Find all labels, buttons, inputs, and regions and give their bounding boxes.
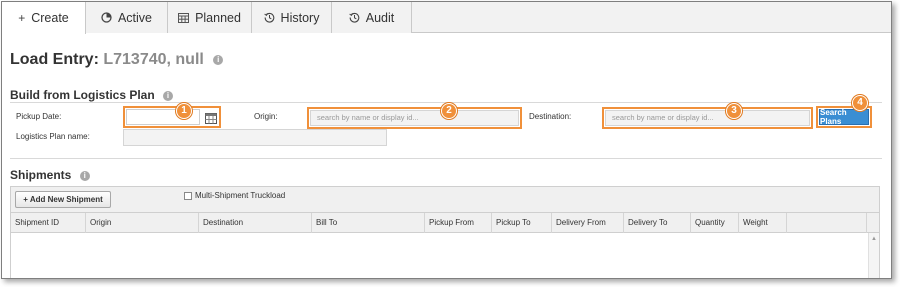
- destination-search-input[interactable]: search by name or display id...: [605, 110, 810, 126]
- tab-active[interactable]: Active: [86, 2, 168, 33]
- column-header[interactable]: Pickup From: [425, 213, 492, 233]
- tab-audit-label: Audit: [365, 10, 395, 25]
- column-header[interactable]: Origin: [86, 213, 199, 233]
- calendar-icon[interactable]: [205, 111, 217, 124]
- history-icon: [349, 12, 360, 23]
- tab-history[interactable]: History: [252, 2, 332, 33]
- active-icon: [101, 12, 112, 23]
- column-header[interactable]: Delivery From: [552, 213, 624, 233]
- column-header[interactable]: Destination: [199, 213, 312, 233]
- shipments-section-title-text: Shipments: [10, 168, 72, 182]
- callout-badge: 1: [176, 103, 192, 119]
- search-plans-button[interactable]: Search Plans: [819, 108, 869, 126]
- history-icon: [263, 12, 275, 23]
- column-header[interactable]: Shipment ID: [11, 213, 86, 233]
- destination-search-group: search by name or display id...: [602, 107, 813, 129]
- column-header[interactable]: Weight: [739, 213, 787, 233]
- app-window: + Create Active Planned History Audit Lo…: [1, 1, 892, 279]
- shipments-grid: + Add New Shipment Multi-Shipment Truckl…: [10, 186, 880, 278]
- callout-badge: 3: [726, 103, 742, 119]
- column-header[interactable]: Delivery To: [624, 213, 691, 233]
- column-header[interactable]: Quantity: [691, 213, 739, 233]
- add-shipment-button[interactable]: + Add New Shipment: [15, 191, 111, 208]
- tab-planned[interactable]: Planned: [168, 2, 252, 33]
- plan-name-label: Logistics Plan name:: [16, 132, 90, 141]
- grid-scrollbar[interactable]: ▲: [868, 233, 879, 278]
- column-header: [787, 213, 867, 233]
- callout-badge: 2: [441, 103, 457, 119]
- plan-name-field[interactable]: [123, 129, 387, 146]
- pickup-date-group: [123, 106, 221, 128]
- shipments-section-title: Shipments i: [10, 168, 90, 182]
- origin-search-input[interactable]: search by name or display id...: [310, 110, 519, 126]
- tab-create-label: Create: [31, 11, 69, 25]
- build-section-title: Build from Logistics Plan i: [10, 88, 174, 102]
- destination-label: Destination:: [529, 112, 572, 121]
- build-section-title-text: Build from Logistics Plan: [10, 88, 155, 102]
- divider: [10, 158, 882, 159]
- tab-history-label: History: [280, 10, 320, 25]
- column-header[interactable]: Pickup To: [492, 213, 552, 233]
- multi-shipment-checkbox[interactable]: [184, 192, 192, 200]
- grid-toolbar: + Add New Shipment Multi-Shipment Truckl…: [11, 187, 879, 213]
- column-header[interactable]: Bill To: [312, 213, 425, 233]
- info-icon[interactable]: i: [79, 170, 90, 181]
- info-icon[interactable]: i: [163, 90, 174, 101]
- page-title-value: L713740, null: [103, 51, 204, 68]
- plus-icon: +: [18, 11, 26, 25]
- tab-bar: + Create Active Planned History Audit: [2, 2, 891, 34]
- tab-audit[interactable]: Audit: [332, 2, 412, 33]
- tab-active-label: Active: [117, 10, 153, 25]
- origin-search-group: search by name or display id...: [307, 107, 522, 129]
- page-title-prefix: Load Entry:: [10, 51, 99, 68]
- tab-planned-label: Planned: [195, 10, 241, 25]
- callout-badge: 4: [852, 95, 868, 111]
- info-icon[interactable]: i: [213, 54, 224, 65]
- calendar-icon: [178, 12, 190, 23]
- tab-create[interactable]: + Create: [2, 2, 86, 34]
- multi-shipment-label: Multi-Shipment Truckload: [195, 191, 286, 200]
- grid-header-row: Shipment ID Origin Destination Bill To P…: [11, 213, 879, 233]
- pickup-date-label: Pickup Date:: [16, 112, 62, 121]
- page-title: Load Entry: L713740, null i: [10, 51, 224, 69]
- scroll-up-icon[interactable]: ▲: [871, 236, 877, 242]
- origin-label: Origin:: [254, 112, 278, 121]
